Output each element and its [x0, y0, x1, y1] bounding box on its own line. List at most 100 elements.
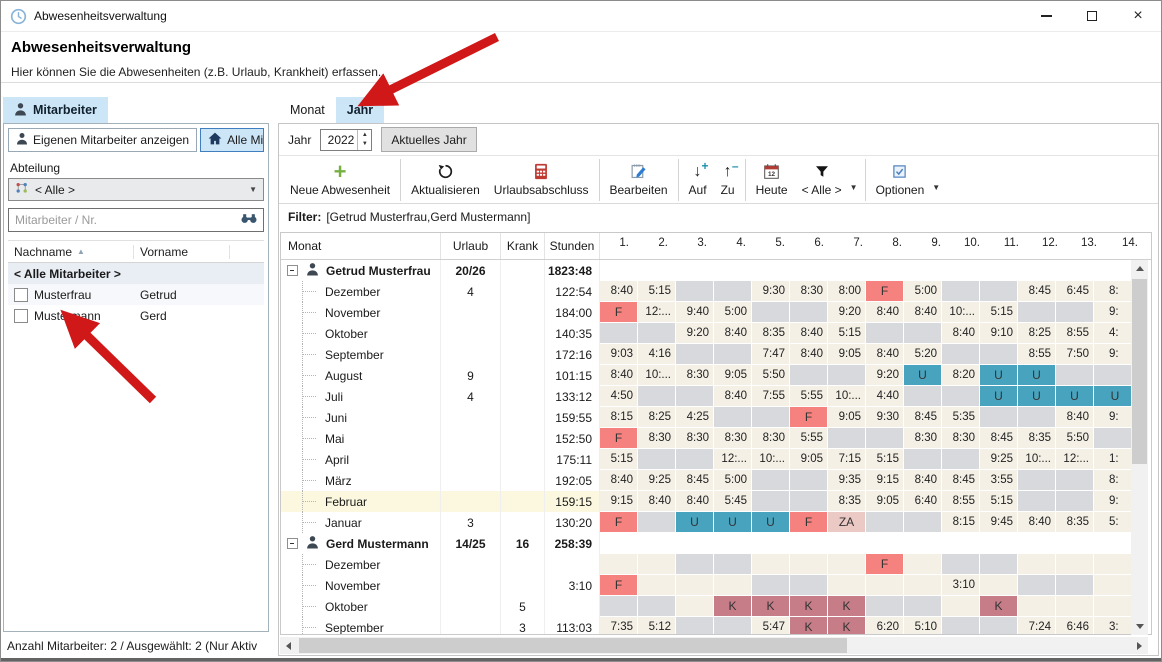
day-cell[interactable] [638, 449, 675, 469]
employee-checkbox[interactable] [14, 309, 28, 323]
day-cell[interactable] [638, 386, 675, 406]
day-cell[interactable]: 7:50 [1056, 344, 1093, 364]
day-cell[interactable] [942, 554, 979, 574]
day-cell[interactable] [752, 407, 789, 427]
vertical-scrollbar[interactable] [1131, 260, 1148, 635]
day-cell[interactable] [904, 449, 941, 469]
day-cell[interactable] [638, 596, 675, 616]
month-row[interactable]: Februar159:159:158:408:405:458:359:056:4… [281, 491, 1151, 512]
day-cell[interactable]: 5:50 [752, 365, 789, 385]
day-cell[interactable] [1056, 470, 1093, 490]
day-cell[interactable]: 8:45 [1018, 281, 1055, 301]
month-row[interactable]: November3:10F3:10 [281, 575, 1151, 596]
day-cell[interactable]: 3:10 [942, 575, 979, 595]
day-cell[interactable] [1056, 575, 1093, 595]
month-row[interactable]: September3113:037:355:125:47KK6:205:107:… [281, 617, 1151, 635]
day-cell[interactable]: 5:50 [1056, 428, 1093, 448]
day-cell[interactable]: 8: [1094, 281, 1136, 301]
day-cell[interactable] [866, 575, 903, 595]
scroll-up-button[interactable] [1131, 260, 1148, 277]
day-cell[interactable] [828, 428, 865, 448]
day-cell[interactable] [866, 323, 903, 343]
minimize-button[interactable] [1023, 1, 1069, 31]
day-cell[interactable] [1018, 407, 1055, 427]
day-cell[interactable] [790, 554, 827, 574]
day-cell[interactable]: 8:40 [1056, 407, 1093, 427]
day-cell[interactable]: ZA [828, 512, 865, 532]
day-cell[interactable]: U [752, 512, 789, 532]
column-header-day-14[interactable]: 14. [1107, 233, 1149, 253]
toolbar-button-zu[interactable]: ↑–Zu [714, 157, 742, 203]
day-cell[interactable] [904, 554, 941, 574]
day-cell[interactable]: 9:25 [980, 449, 1017, 469]
day-cell[interactable]: F [866, 554, 903, 574]
day-cell[interactable]: 9:15 [600, 491, 637, 511]
day-cell[interactable]: 8:30 [638, 428, 675, 448]
day-cell[interactable] [676, 575, 713, 595]
day-cell[interactable]: F [600, 512, 637, 532]
day-cell[interactable]: 5:35 [942, 407, 979, 427]
day-cell[interactable]: 8:30 [752, 428, 789, 448]
day-cell[interactable]: 8:45 [980, 428, 1017, 448]
day-cell[interactable] [1056, 365, 1093, 385]
day-cell[interactable]: U [1018, 386, 1055, 406]
day-cell[interactable]: 5:20 [904, 344, 941, 364]
day-cell[interactable]: 8:40 [600, 281, 637, 301]
day-cell[interactable] [752, 575, 789, 595]
month-row[interactable]: Oktober140:359:208:408:358:405:158:409:1… [281, 323, 1151, 344]
day-cell[interactable]: 10:... [828, 386, 865, 406]
day-cell[interactable] [866, 512, 903, 532]
tab-mitarbeiter[interactable]: Mitarbeiter [3, 97, 108, 123]
day-cell[interactable]: 9: [1094, 407, 1136, 427]
day-cell[interactable]: 8:40 [1018, 512, 1055, 532]
day-cell[interactable]: 7:15 [828, 449, 865, 469]
tab-monat[interactable]: Monat [281, 97, 334, 123]
day-cell[interactable] [638, 554, 675, 574]
day-cell[interactable]: 8:40 [638, 491, 675, 511]
toolbar-button-urlaubsabschluss[interactable]: Urlaubsabschluss [487, 157, 596, 203]
day-cell[interactable]: 8:55 [1056, 323, 1093, 343]
day-cell[interactable] [904, 323, 941, 343]
column-header-day-5[interactable]: 5. [756, 233, 794, 253]
column-header-day-13[interactable]: 13. [1068, 233, 1106, 253]
day-cell[interactable]: 5:55 [790, 428, 827, 448]
column-header-day-8[interactable]: 8. [873, 233, 911, 253]
day-cell[interactable]: 9:05 [866, 491, 903, 511]
day-cell[interactable] [1018, 491, 1055, 511]
day-cell[interactable]: 9: [1094, 491, 1136, 511]
day-cell[interactable] [600, 323, 637, 343]
day-cell[interactable]: 6:46 [1056, 617, 1093, 635]
month-row[interactable]: September172:169:034:167:478:409:058:405… [281, 344, 1151, 365]
day-cell[interactable]: 8:40 [714, 386, 751, 406]
day-cell[interactable] [828, 554, 865, 574]
day-cell[interactable]: 9:45 [980, 512, 1017, 532]
year-spinner[interactable]: 2022 ▲▼ [320, 129, 372, 151]
day-cell[interactable]: U [904, 365, 941, 385]
day-cell[interactable]: 8:40 [790, 323, 827, 343]
day-cell[interactable] [866, 596, 903, 616]
day-cell[interactable]: U [980, 365, 1017, 385]
day-cell[interactable] [714, 575, 751, 595]
chevron-down-icon[interactable]: ▼ [849, 167, 862, 192]
day-cell[interactable] [942, 386, 979, 406]
day-cell[interactable]: 9:05 [790, 449, 827, 469]
day-cell[interactable]: 7:24 [1018, 617, 1055, 635]
day-cell[interactable] [638, 512, 675, 532]
month-row[interactable]: Januar3130:20FUUUFZA8:159:458:408:355: [281, 512, 1151, 533]
day-cell[interactable] [980, 281, 1017, 301]
own-employees-button[interactable]: Eigenen Mitarbeiter anzeigen [8, 128, 197, 152]
month-row[interactable]: Oktober5KKKKK [281, 596, 1151, 617]
day-cell[interactable]: 6:20 [866, 617, 903, 635]
day-cell[interactable]: 12:... [714, 449, 751, 469]
day-cell[interactable]: 7:35 [600, 617, 637, 635]
day-cell[interactable] [904, 596, 941, 616]
column-header-nachname[interactable]: Nachname ▲ [8, 245, 134, 259]
column-header-day-11[interactable]: 11. [990, 233, 1028, 253]
column-header-day-2[interactable]: 2. [639, 233, 677, 253]
day-cell[interactable]: 8:40 [790, 344, 827, 364]
day-cell[interactable] [676, 596, 713, 616]
day-cell[interactable]: 8:30 [790, 281, 827, 301]
month-row[interactable]: Juni159:558:158:254:25F9:059:308:455:358… [281, 407, 1151, 428]
day-cell[interactable]: 1: [1094, 449, 1136, 469]
day-cell[interactable]: 8:45 [942, 470, 979, 490]
